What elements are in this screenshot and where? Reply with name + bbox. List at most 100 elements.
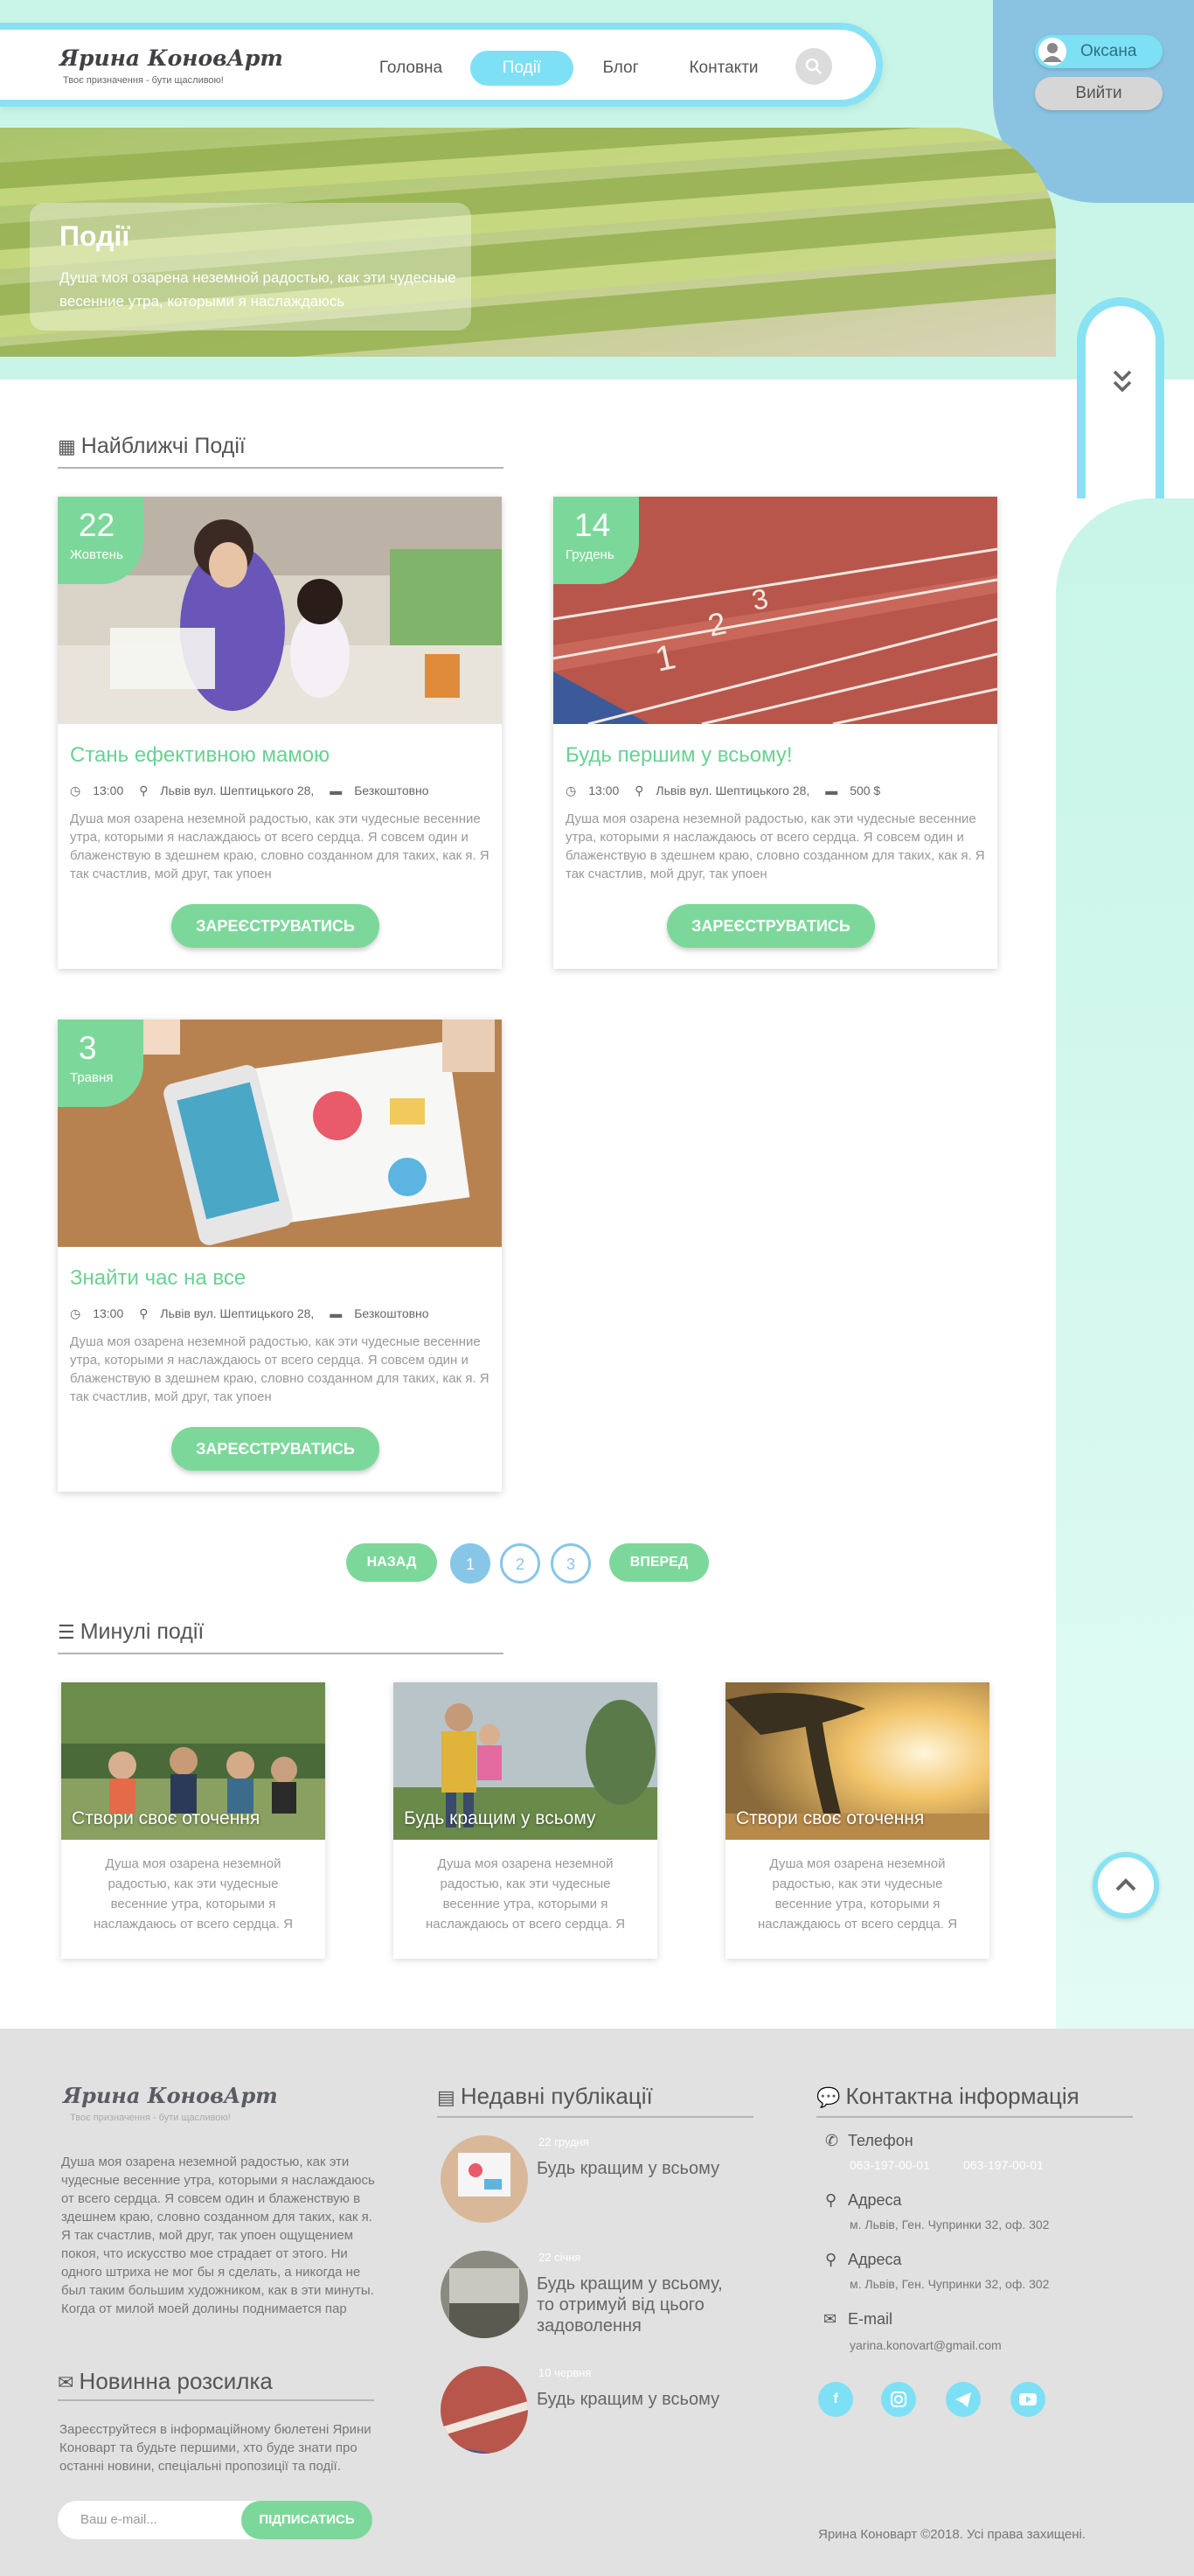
post-date: 22 грудня	[538, 2135, 589, 2148]
post-date: 10 червня	[538, 2366, 592, 2379]
event-title[interactable]: Знайти час на все	[70, 1266, 246, 1291]
past-event-title: Створи своє оточення	[736, 1808, 925, 1828]
calendar-icon: ▦	[58, 435, 76, 457]
location-icon: ⚲	[139, 783, 149, 797]
location-icon: ⚲	[635, 783, 644, 797]
footer-about-text: Душа моя озарена неземной радостью, как …	[61, 2155, 375, 2316]
post-title[interactable]: Будь кращим у всьому	[537, 2389, 738, 2410]
subscribe-button[interactable]: ПІДПИСАТИСЬ	[241, 2501, 372, 2539]
date-day: 14	[574, 507, 611, 543]
recent-posts-heading-label: Недавні публікації	[460, 2083, 653, 2109]
post-thumbnail[interactable]	[441, 2366, 528, 2454]
newsletter-email-placeholder: Ваш e-mail...	[80, 2512, 157, 2527]
register-button[interactable]: ЗАРЕЄСТРУВАТИСЬ	[171, 904, 379, 948]
post-thumbnail[interactable]	[441, 2251, 528, 2338]
telegram-icon[interactable]	[946, 2382, 981, 2417]
chat-icon: 💬	[816, 2086, 846, 2108]
email-label: E-mail	[848, 2310, 893, 2328]
past-event-text: Душа моя озарена неземной радостью, как …	[757, 1856, 958, 1932]
date-day: 22	[79, 507, 115, 543]
search-button[interactable]	[795, 48, 832, 85]
divider	[816, 2116, 1133, 2118]
event-price: 500 $	[850, 783, 881, 797]
post-thumbnail[interactable]	[441, 2135, 528, 2223]
back-to-top-button[interactable]	[1093, 1852, 1159, 1918]
event-time: 13:00	[93, 783, 124, 797]
contact-heading: 💬 Контактна інформація	[816, 2083, 1079, 2110]
logout-button[interactable]: Вийти	[1035, 77, 1163, 110]
event-title[interactable]: Будь першим у всьому!	[566, 743, 793, 768]
divider	[437, 2116, 753, 2118]
chevron-up-icon	[1115, 1878, 1136, 1891]
event-description: Душа моя озарена неземной радостью, как …	[566, 811, 985, 881]
youtube-icon[interactable]	[1010, 2382, 1045, 2417]
date-badge: 22 Жовтень	[58, 497, 143, 584]
phone-number[interactable]: 063-197-00-01	[850, 2158, 930, 2172]
event-description: Душа моя озарена неземной радостью, как …	[70, 811, 489, 881]
newsletter-heading: ✉ Новинна розсилка	[58, 2368, 273, 2395]
nav-contacts[interactable]: Контакти	[673, 51, 774, 86]
pagination-page-2[interactable]: 2	[500, 1543, 540, 1584]
date-badge: 14 Грудень	[553, 497, 639, 584]
past-heading: ☰ Минулі події	[58, 1619, 204, 1645]
divider	[58, 2399, 374, 2401]
recent-posts-heading: ▤ Недавні публікації	[437, 2083, 653, 2110]
clock-icon: ◷	[70, 783, 81, 797]
past-event-title: Створи своє оточення	[72, 1808, 260, 1828]
list-icon: ☰	[58, 1621, 75, 1643]
event-place: Львів вул. Шептицького 28,	[160, 1306, 315, 1320]
event-meta: ◷ 13:00 ⚲ Львів вул. Шептицького 28, ▬ Безк…	[70, 783, 441, 798]
pagination-page-3[interactable]: 3	[551, 1543, 591, 1584]
hero-subtitle: Душа моя озарена неземной радостью, как …	[59, 269, 456, 310]
envelope-icon: ✉	[823, 2310, 837, 2328]
post-title[interactable]: Будь кращим у всьому, то отримуй від цьо…	[537, 2273, 738, 2336]
event-title[interactable]: Стань ефективною мамою	[70, 743, 330, 768]
past-event-card[interactable]: Створи своє оточення Душа моя озарена не…	[61, 1682, 325, 1959]
post-title[interactable]: Будь кращим у всьому	[537, 2158, 738, 2179]
footer-tagline: Твоє призначення - бути щасливою!	[70, 2113, 231, 2123]
ticket-icon: ▬	[330, 1306, 343, 1320]
event-meta: ◷ 13:00 ⚲ Львів вул. Шептицького 28, ▬ 500 …	[566, 783, 892, 798]
phone-number[interactable]: 063-197-00-01	[963, 2158, 1044, 2172]
event-card: 3 Травня Знайти час на все ◷ 13:00 ⚲ Львів…	[58, 1020, 502, 1492]
instagram-icon[interactable]	[881, 2382, 916, 2417]
post-photo	[441, 2135, 528, 2223]
event-meta: ◷ 13:00 ⚲ Львів вул. Шептицького 28, ▬ Безк…	[70, 1306, 441, 1321]
facebook-icon[interactable]: f	[818, 2382, 853, 2417]
address-label: Адреса	[848, 2251, 902, 2268]
post-date: 22 січня	[538, 2251, 581, 2264]
nav-events[interactable]: Події	[470, 51, 573, 86]
logo-title[interactable]: Ярина КоновАрт	[59, 45, 283, 71]
post-photo	[441, 2366, 528, 2454]
newsletter-text: Зареєструйтеся в інформаційному бюлетені…	[59, 2422, 371, 2474]
past-event-card[interactable]: Будь кращим у всьому Душа моя озарена не…	[393, 1682, 657, 1959]
location-icon: ⚲	[139, 1306, 149, 1320]
nav-home[interactable]: Головна	[358, 51, 463, 86]
divider	[58, 467, 503, 469]
event-description: Душа моя озарена неземной радостью, как …	[70, 1334, 489, 1404]
register-button[interactable]: ЗАРЕЄСТРУВАТИСЬ	[171, 1427, 379, 1471]
user-profile-button[interactable]: Оксана	[1035, 35, 1163, 68]
envelope-icon: ✉	[58, 2371, 80, 2393]
nav-blog[interactable]: Блог	[587, 51, 654, 86]
upcoming-heading: ▦ Найближчі Події	[58, 434, 246, 459]
scroll-down-tab[interactable]	[1077, 297, 1164, 498]
register-button[interactable]: ЗАРЕЄСТРУВАТИСЬ	[667, 904, 875, 948]
pagination-prev-button[interactable]: НАЗАД	[346, 1543, 437, 1582]
past-event-text: Душа моя озарена неземной радостью, как …	[93, 1856, 294, 1932]
address-value: м. Львів, Ген. Чупринки 32, оф. 302	[850, 2277, 1050, 2291]
page-title: Події	[59, 220, 130, 252]
email-value[interactable]: yarina.konovart@gmail.com	[850, 2338, 1002, 2352]
event-time: 13:00	[93, 1306, 124, 1320]
avatar	[1038, 38, 1066, 66]
pagination-page-1[interactable]: 1	[450, 1543, 490, 1584]
logo-tagline: Твоє призначення - бути щасливою!	[63, 75, 224, 86]
past-event-card[interactable]: Створи своє оточення Душа моя озарена не…	[725, 1682, 989, 1959]
hero-banner	[0, 128, 1056, 357]
clock-icon: ◷	[70, 1306, 81, 1320]
past-event-title: Будь кращим у всьому	[404, 1808, 596, 1828]
contact-heading-label: Контактна інформація	[845, 2083, 1079, 2109]
footer-logo[interactable]: Ярина КоновАрт	[63, 2083, 278, 2108]
search-icon	[805, 58, 822, 74]
pagination-next-button[interactable]: ВПЕРЕД	[609, 1543, 709, 1582]
